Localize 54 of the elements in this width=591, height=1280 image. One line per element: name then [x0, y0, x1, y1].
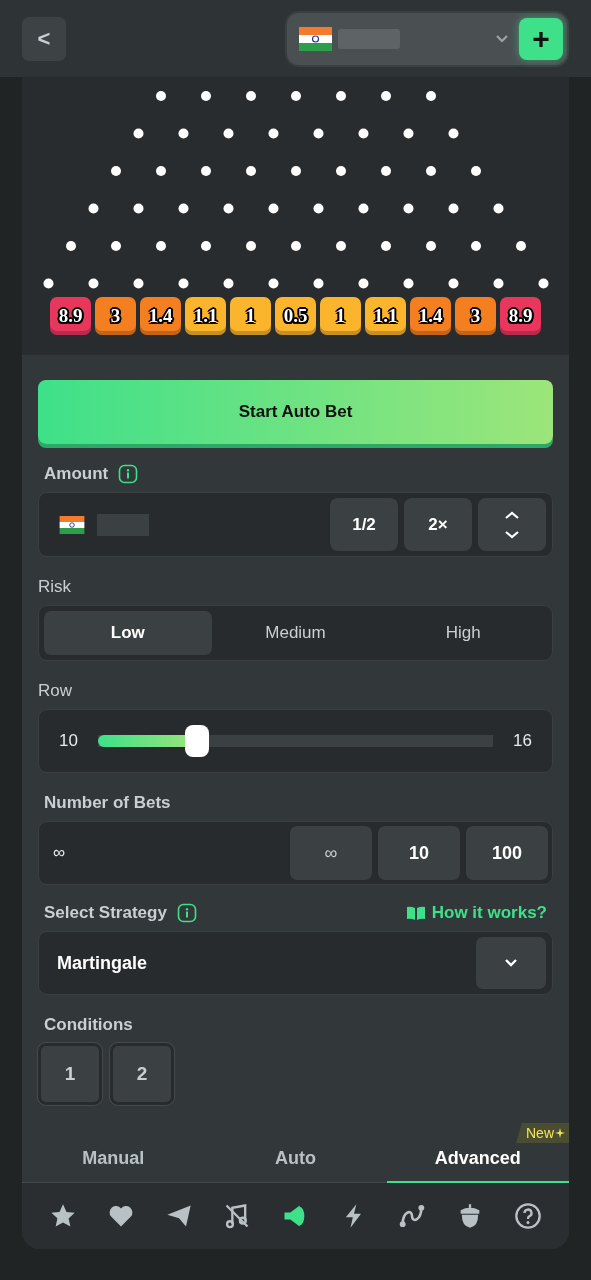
- slider-min: 10: [59, 731, 78, 751]
- info-icon[interactable]: [118, 464, 139, 484]
- condition-button[interactable]: 2: [110, 1043, 174, 1105]
- multiplier-slot: 8.9: [50, 297, 91, 335]
- number-of-bets-label: Number of Bets: [44, 793, 172, 813]
- select-strategy-label: Select Strategy: [44, 903, 167, 923]
- info-icon[interactable]: [176, 903, 197, 923]
- multiplier-slot: 1.4: [140, 297, 181, 335]
- flag-icon: [299, 26, 332, 51]
- multiplier-slot: 1: [230, 297, 271, 335]
- multiplier-slot: 1.1: [185, 297, 226, 335]
- how-it-works-link[interactable]: How it works?: [431, 903, 547, 923]
- new-badge: New: [516, 1123, 569, 1143]
- add-button[interactable]: +: [519, 17, 563, 60]
- sparkle-icon: [555, 1128, 565, 1138]
- flag-icon: [59, 515, 85, 534]
- conditions-label: Conditions: [44, 1015, 134, 1035]
- number-of-bets-field[interactable]: ∞ ∞ 10 100: [38, 821, 553, 885]
- bets-value: ∞: [53, 843, 66, 863]
- mode-tab[interactable]: Manual: [22, 1135, 205, 1183]
- amount-field[interactable]: 1/2 2×: [38, 492, 553, 557]
- multiplier-slot: 3: [455, 297, 496, 335]
- amount-label: Amount: [44, 464, 109, 484]
- bets-preset-button[interactable]: ∞: [290, 826, 372, 880]
- row-label: Row: [38, 681, 73, 701]
- risk-label: Risk: [38, 577, 73, 597]
- curve-icon[interactable]: [397, 1202, 426, 1230]
- chevron-down-icon: [495, 33, 509, 44]
- risk-option[interactable]: Low: [44, 611, 212, 655]
- multiplier-slot: 1.1: [365, 297, 406, 335]
- book-icon: [405, 905, 426, 921]
- bets-preset-button[interactable]: 10: [378, 826, 460, 880]
- chevron-down-icon: [504, 958, 518, 968]
- amount-button[interactable]: 1/2: [330, 498, 398, 551]
- multiplier-slot: 1: [320, 297, 361, 335]
- stepper-button[interactable]: [478, 498, 546, 551]
- strategy-select[interactable]: Martingale: [38, 931, 553, 995]
- up-down-icon: [503, 509, 521, 540]
- wallet-selector[interactable]: +: [285, 10, 569, 67]
- amount-button[interactable]: 2×: [404, 498, 472, 551]
- multiplier-slot: 0.5: [275, 297, 316, 335]
- mode-tab[interactable]: Auto: [204, 1135, 387, 1183]
- slider-thumb[interactable]: [184, 725, 209, 757]
- risk-option[interactable]: Medium: [211, 611, 380, 655]
- dropdown-toggle[interactable]: [476, 937, 546, 989]
- multiplier-slot: 1.4: [410, 297, 451, 335]
- risk-option[interactable]: High: [379, 611, 547, 655]
- slider-max: 16: [513, 731, 532, 751]
- condition-button[interactable]: 1: [38, 1043, 102, 1105]
- back-button[interactable]: <: [22, 16, 66, 61]
- multiplier-slot: 8.9: [500, 297, 541, 335]
- bets-preset-button[interactable]: 100: [466, 826, 548, 880]
- help-icon[interactable]: [513, 1202, 542, 1230]
- multiplier-slot: 3: [95, 297, 136, 335]
